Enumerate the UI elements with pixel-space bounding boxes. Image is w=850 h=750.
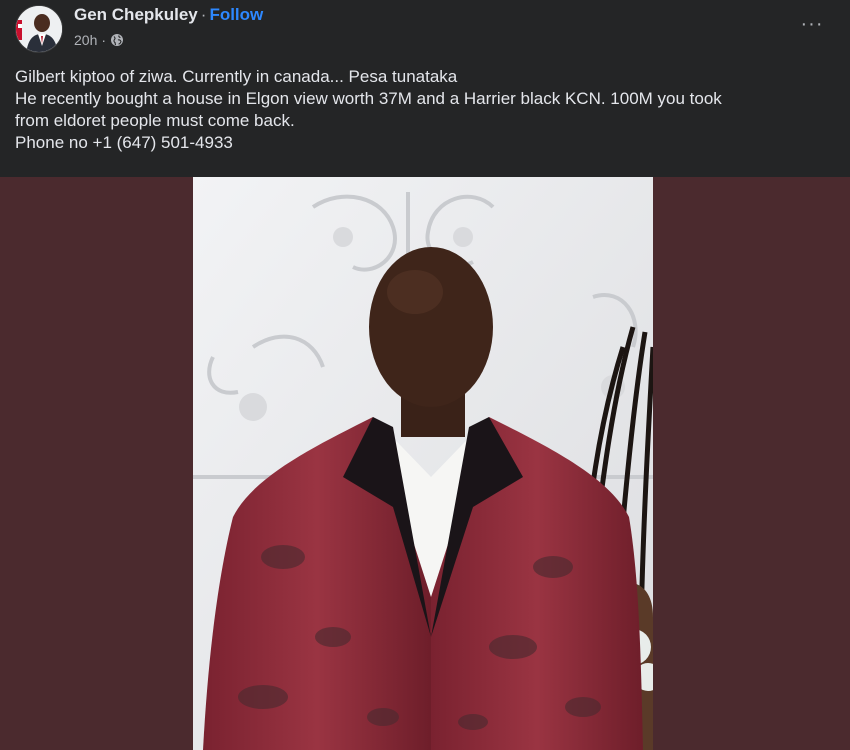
name-follow-separator: · — [200, 5, 207, 24]
post-text: Gilbert kiptoo of ziwa. Currently in can… — [15, 66, 835, 154]
post-text-line: He recently bought a house in Elgon view… — [15, 89, 722, 108]
post-text-line: from eldoret people must come back. — [15, 111, 295, 130]
post-media[interactable] — [0, 177, 850, 750]
follow-button[interactable]: Follow — [209, 5, 263, 24]
meta-separator: · — [101, 32, 107, 48]
post-meta: 20h · — [74, 32, 124, 48]
author-name[interactable]: Gen Chepkuley — [74, 5, 198, 24]
globe-icon[interactable] — [110, 33, 124, 47]
author-line: Gen Chepkuley · Follow — [74, 5, 263, 25]
more-options-button[interactable]: ··· — [798, 14, 826, 38]
ellipsis-icon: ··· — [800, 13, 824, 35]
post-text-line: Gilbert kiptoo of ziwa. Currently in can… — [15, 67, 458, 86]
post-text-line: Phone no +1 (647) 501-4933 — [15, 133, 233, 152]
post-timestamp[interactable]: 20h — [74, 32, 97, 48]
post-header: Gen Chepkuley · Follow 20h · ··· — [0, 0, 850, 60]
author-avatar[interactable] — [15, 5, 63, 53]
post-photo[interactable] — [193, 177, 662, 750]
